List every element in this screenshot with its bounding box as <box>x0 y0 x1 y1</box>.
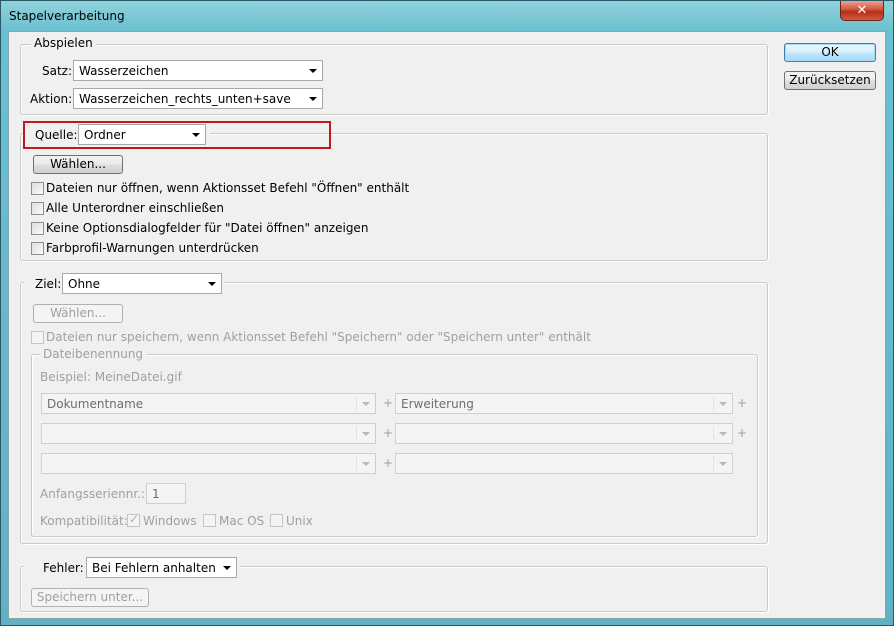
windows-label: Windows <box>143 514 197 528</box>
plus-sign: + <box>383 396 394 410</box>
naming-row3-right-dropdown[interactable] <box>395 453 733 474</box>
errors-value: Bei Fehlern anhalten <box>92 561 216 575</box>
naming-row1-right-value: Erweiterung <box>401 397 474 411</box>
mac-checkbox[interactable] <box>203 514 216 527</box>
open-only-checkbox[interactable] <box>31 182 44 195</box>
checkmark-icon: ✓ <box>129 512 140 526</box>
naming-row1-left-value: Dokumentname <box>47 397 144 411</box>
errors-legend: Fehler: Bei Fehlern anhalten <box>24 556 240 580</box>
naming-row1-left-dropdown[interactable]: Dokumentname <box>41 393 376 414</box>
set-dropdown[interactable]: Wasserzeichen <box>73 60 323 81</box>
save-only-checkbox[interactable] <box>31 331 44 344</box>
chevron-down-icon <box>719 462 727 466</box>
chevron-down-icon <box>223 566 231 570</box>
suppress-open-dialogs-label: Keine Optionsdialogfelder für "Datei öff… <box>46 221 369 235</box>
chevron-down-icon <box>719 402 727 406</box>
suppress-profile-warnings-label: Farbprofil-Warnungen unterdrücken <box>46 241 259 255</box>
serial-input[interactable]: 1 <box>146 483 186 504</box>
reset-button[interactable]: Zurücksetzen <box>784 71 876 90</box>
serial-value: 1 <box>152 487 160 501</box>
plus-sign: + <box>737 396 748 410</box>
action-value: Wasserzeichen_rechts_unten+save <box>79 92 291 106</box>
windows-checkbox[interactable]: ✓ <box>127 512 140 527</box>
unix-checkbox[interactable] <box>270 514 283 527</box>
action-dropdown[interactable]: Wasserzeichen_rechts_unten+save <box>73 88 323 109</box>
save-only-label: Dateien nur speichern, wenn Aktionsset B… <box>46 330 591 344</box>
serial-label: Anfangsseriennr.: <box>40 487 146 501</box>
chevron-down-icon <box>309 97 317 101</box>
naming-row2-left-dropdown[interactable] <box>41 423 376 444</box>
mac-label: Mac OS <box>219 514 265 528</box>
suppress-profile-warnings-checkbox[interactable] <box>31 242 44 255</box>
naming-row1-right-dropdown[interactable]: Erweiterung <box>395 393 733 414</box>
save-as-button[interactable]: Speichern unter... <box>31 588 149 607</box>
chevron-down-icon <box>208 282 216 286</box>
chevron-down-icon <box>362 432 370 436</box>
set-label: Satz: <box>42 64 73 78</box>
title-bar[interactable]: Stapelverarbeitung ✕ <box>1 1 893 31</box>
suppress-open-dialogs-checkbox[interactable] <box>31 222 44 235</box>
dialog-client-area: OK Zurücksetzen Abspielen Satz: Wasserze… <box>8 31 886 619</box>
set-value: Wasserzeichen <box>79 64 169 78</box>
source-group: Wählen... Dateien nur öffnen, wenn Aktio… <box>20 133 768 261</box>
include-subfolders-label: Alle Unterordner einschließen <box>46 201 225 215</box>
action-label: Aktion: <box>30 92 73 106</box>
plus-sign: + <box>737 426 748 440</box>
plus-sign: + <box>383 456 394 470</box>
naming-row2-right-dropdown[interactable] <box>395 423 733 444</box>
target-legend: Ziel: Ohne <box>24 272 225 296</box>
target-dropdown[interactable]: Ohne <box>62 273 222 294</box>
chevron-down-icon <box>362 462 370 466</box>
compat-label: Kompatibilität: <box>40 514 128 528</box>
chevron-down-icon <box>719 432 727 436</box>
naming-row3-left-dropdown[interactable] <box>41 453 376 474</box>
play-legend: Abspielen <box>31 36 96 50</box>
naming-legend: Dateibenennung <box>40 347 147 361</box>
play-group: Abspielen Satz: Wasserzeichen Aktion: Wa… <box>20 36 768 115</box>
source-choose-button[interactable]: Wählen... <box>33 155 123 174</box>
source-highlight-box <box>23 121 331 149</box>
close-icon: ✕ <box>856 3 868 18</box>
close-button[interactable]: ✕ <box>840 1 884 21</box>
open-only-label: Dateien nur öffnen, wenn Aktionsset Befe… <box>46 181 410 195</box>
chevron-down-icon <box>362 402 370 406</box>
naming-example: Beispiel: MeineDatei.gif <box>40 370 182 384</box>
dialog-window: Stapelverarbeitung ✕ OK Zurücksetzen Abs… <box>0 0 894 626</box>
errors-label: Fehler: <box>43 561 84 575</box>
target-choose-button[interactable]: Wählen... <box>33 304 123 323</box>
target-value: Ohne <box>68 277 101 291</box>
chevron-down-icon <box>309 69 317 73</box>
errors-dropdown[interactable]: Bei Fehlern anhalten <box>86 557 237 578</box>
window-title: Stapelverarbeitung <box>9 9 125 23</box>
naming-group: Dateibenennung Beispiel: MeineDatei.gif … <box>31 347 758 537</box>
target-label: Ziel: <box>35 277 62 291</box>
target-group: Wählen... Dateien nur speichern, wenn Ak… <box>20 282 768 544</box>
include-subfolders-checkbox[interactable] <box>31 202 44 215</box>
ok-button[interactable]: OK <box>784 43 876 62</box>
unix-label: Unix <box>286 514 313 528</box>
plus-sign: + <box>383 426 394 440</box>
